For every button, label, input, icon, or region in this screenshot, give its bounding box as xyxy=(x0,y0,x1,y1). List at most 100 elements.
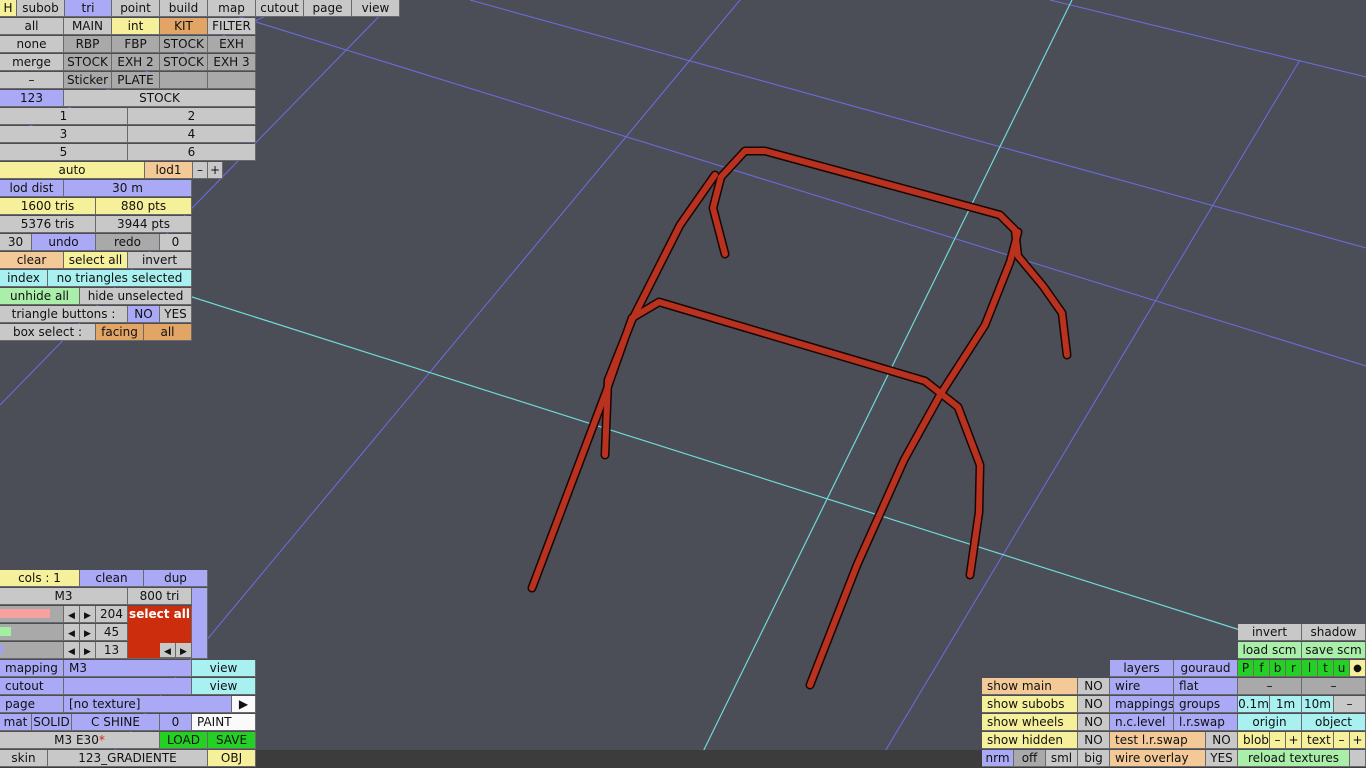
box-select-all[interactable]: all xyxy=(144,324,192,341)
grid-10m-button[interactable]: 10m xyxy=(1302,696,1334,713)
blue-decrement-arrow[interactable]: ◀ xyxy=(64,642,80,659)
wheel-size-nrm[interactable]: nrm xyxy=(982,750,1014,767)
menu-point[interactable]: point xyxy=(112,0,160,17)
view-letter-p[interactable]: P xyxy=(1238,660,1254,677)
part-fbp[interactable]: FBP xyxy=(112,36,160,53)
hide-unselected-button[interactable]: hide unselected xyxy=(80,288,192,305)
mapping-view-button[interactable]: view xyxy=(192,660,256,677)
variant-slot-2[interactable]: 2 xyxy=(128,108,256,125)
unhide-all-button[interactable]: unhide all xyxy=(0,288,80,305)
origin-button[interactable]: origin xyxy=(1238,714,1302,731)
save-scm-button[interactable]: save scm xyxy=(1302,642,1366,659)
show-wheels-toggle[interactable]: show wheels xyxy=(982,714,1078,731)
part-exh-2[interactable]: EXH 2 xyxy=(112,54,160,71)
view-letter-u[interactable]: u xyxy=(1334,660,1350,677)
part-stock[interactable]: STOCK xyxy=(160,36,208,53)
reload-textures-button[interactable]: reload textures xyxy=(1238,750,1350,767)
blob-plus-button[interactable]: + xyxy=(1286,732,1302,749)
blue-increment-arrow[interactable]: ▶ xyxy=(80,642,96,659)
variant-slot-3[interactable]: 3 xyxy=(0,126,128,143)
part-sticker[interactable]: Sticker xyxy=(64,72,112,89)
mapping-value[interactable]: M3 xyxy=(64,660,192,677)
dup-button[interactable]: dup xyxy=(144,570,208,587)
show-main-toggle[interactable]: show main xyxy=(982,678,1078,695)
show-main-no[interactable]: NO xyxy=(1078,678,1110,695)
dash-button-2[interactable]: – xyxy=(1302,678,1366,695)
redo-button[interactable]: redo xyxy=(96,234,160,251)
variant-slot-6[interactable]: 6 xyxy=(128,144,256,161)
load-button[interactable]: LOAD xyxy=(160,732,208,749)
nclevel-button[interactable]: n.c.level xyxy=(1110,714,1174,731)
view-letter-r[interactable]: r xyxy=(1286,660,1302,677)
box-select-facing[interactable]: facing xyxy=(96,324,144,341)
text-minus-button[interactable]: – xyxy=(1334,732,1350,749)
page-next-arrow[interactable]: ▶ xyxy=(232,696,256,713)
show-wheels-no[interactable]: NO xyxy=(1078,714,1110,731)
variant-slot-4[interactable]: 4 xyxy=(128,126,256,143)
help-button[interactable]: H xyxy=(0,0,17,17)
index-button[interactable]: index xyxy=(0,270,48,287)
part-stock-3[interactable]: STOCK xyxy=(160,54,208,71)
menu-map[interactable]: map xyxy=(208,0,256,17)
red-increment-arrow[interactable]: ▶ xyxy=(80,606,96,623)
lod-plus-button[interactable]: + xyxy=(208,162,223,179)
show-hidden-no[interactable]: NO xyxy=(1078,732,1110,749)
swatch-next-arrow[interactable]: ▶ xyxy=(176,643,192,658)
red-slider[interactable] xyxy=(0,606,64,623)
page-texture-value[interactable]: [no texture] xyxy=(64,696,232,713)
variant-slot-1[interactable]: 1 xyxy=(0,108,128,125)
load-scm-button[interactable]: load scm xyxy=(1238,642,1302,659)
wire-overlay-yes[interactable]: YES xyxy=(1206,750,1238,767)
view-letter-f[interactable]: f xyxy=(1254,660,1270,677)
skin-value[interactable]: 123_GRADIENTE xyxy=(48,750,208,767)
test-lrswap-button[interactable]: test l.r.swap xyxy=(1110,732,1206,749)
part-exh-3[interactable]: EXH 3 xyxy=(208,54,256,71)
gouraud-button[interactable]: gouraud xyxy=(1174,660,1238,677)
part-stock-2[interactable]: STOCK xyxy=(64,54,112,71)
part-empty-2[interactable] xyxy=(208,72,256,89)
groups-button[interactable]: groups xyxy=(1174,696,1238,713)
triangle-buttons-yes[interactable]: YES xyxy=(160,306,192,323)
show-subobs-no[interactable]: NO xyxy=(1078,696,1110,713)
mat-paint-button[interactable]: PAINT xyxy=(192,714,256,731)
part-rbp[interactable]: RBP xyxy=(64,36,112,53)
menu-cutout[interactable]: cutout xyxy=(256,0,304,17)
part-filter[interactable]: FILTER xyxy=(208,18,256,35)
wheel-size-sml[interactable]: sml xyxy=(1046,750,1078,767)
text-plus-button[interactable]: + xyxy=(1350,732,1366,749)
grid-0-1m-button[interactable]: 0.1m xyxy=(1238,696,1270,713)
clear-selection-button[interactable]: clear xyxy=(0,252,64,269)
swatch-prev-arrow[interactable]: ◀ xyxy=(160,643,176,658)
layers-button[interactable]: layers xyxy=(1110,660,1174,677)
cols-count[interactable]: cols : 1 xyxy=(0,570,80,587)
flat-button[interactable]: flat xyxy=(1174,678,1238,695)
lod-auto-button[interactable]: auto xyxy=(0,162,145,179)
mat-solid-button[interactable]: SOLID xyxy=(32,714,72,731)
blob-minus-button[interactable]: – xyxy=(1270,732,1286,749)
grid-1m-button[interactable]: 1m xyxy=(1270,696,1302,713)
parts-dash-button[interactable]: – xyxy=(0,72,64,89)
lod-level-button[interactable]: lod1 xyxy=(145,162,193,179)
parts-merge-button[interactable]: merge xyxy=(0,54,64,71)
part-empty-1[interactable] xyxy=(160,72,208,89)
view-letter-b[interactable]: b xyxy=(1270,660,1286,677)
red-decrement-arrow[interactable]: ◀ xyxy=(64,606,80,623)
green-slider[interactable] xyxy=(0,624,64,641)
material-name[interactable]: M3 xyxy=(0,588,128,605)
menu-tri[interactable]: tri xyxy=(65,0,112,17)
parts-all-button[interactable]: all xyxy=(0,18,64,35)
menu-page[interactable]: page xyxy=(304,0,352,17)
view-letter-t[interactable]: t xyxy=(1318,660,1334,677)
triangle-buttons-no[interactable]: NO xyxy=(128,306,160,323)
select-all-button[interactable]: select all xyxy=(64,252,128,269)
material-scrollbar[interactable] xyxy=(192,588,208,659)
obj-button[interactable]: OBJ xyxy=(208,750,256,767)
part-int[interactable]: int xyxy=(112,18,160,35)
invert-selection-button[interactable]: invert xyxy=(128,252,192,269)
blue-slider[interactable] xyxy=(0,642,64,659)
wheel-size-big[interactable]: big xyxy=(1078,750,1110,767)
cutout-value[interactable] xyxy=(64,678,192,695)
green-increment-arrow[interactable]: ▶ xyxy=(80,624,96,641)
menu-view[interactable]: view xyxy=(352,0,400,17)
object-button[interactable]: object xyxy=(1302,714,1366,731)
